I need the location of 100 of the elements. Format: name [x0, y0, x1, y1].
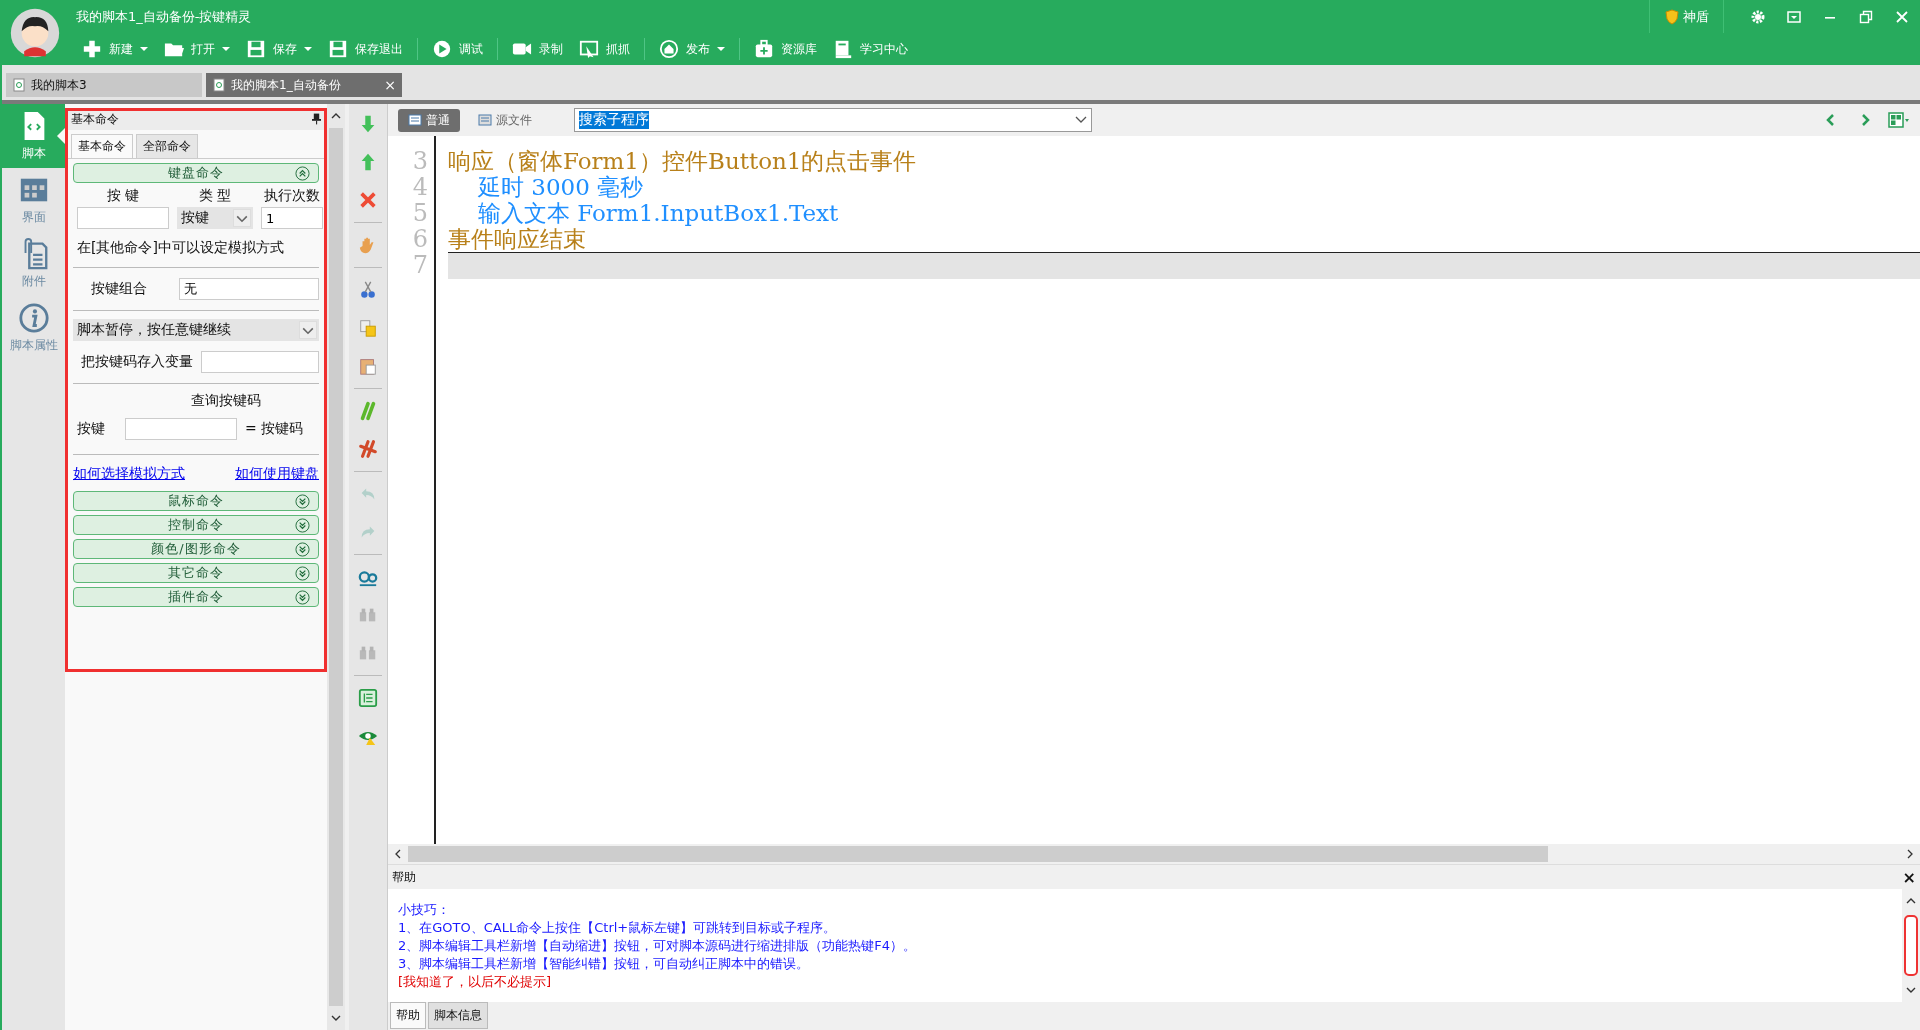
- nav-item[interactable]: 附件: [2, 232, 65, 296]
- section-header[interactable]: 插件命令: [73, 587, 319, 607]
- panel-tab[interactable]: 全部命令: [136, 134, 198, 158]
- tip-text: 3、脚本编辑工具栏新增【智能纠错】按钮，可自动纠正脚本中的错误。: [398, 955, 811, 973]
- field-label: 把按键码存入变量: [80, 353, 193, 371]
- nav-item[interactable]: 脚本属性: [2, 296, 65, 360]
- tray-icon[interactable]: [1786, 8, 1802, 25]
- scroll-down-icon[interactable]: [1905, 986, 1917, 994]
- caret-icon[interactable]: [222, 45, 230, 53]
- toolbar-button[interactable]: 抓抓: [573, 39, 636, 59]
- toolbar-button[interactable]: 新建: [76, 39, 154, 59]
- count-field[interactable]: 1: [261, 207, 323, 229]
- toolbar-button[interactable]: 调试: [426, 39, 489, 59]
- restore-icon[interactable]: [1858, 8, 1874, 25]
- scroll-up-icon[interactable]: [330, 112, 342, 120]
- line-number: 7: [412, 252, 428, 278]
- document-icon: [478, 113, 492, 127]
- section-header[interactable]: 控制命令: [73, 515, 319, 535]
- horizontal-scrollbar[interactable]: [388, 844, 1920, 864]
- scroll-left-icon[interactable]: [394, 848, 402, 860]
- toolbar-button[interactable]: 打开: [158, 39, 236, 59]
- query-field[interactable]: [125, 418, 237, 440]
- comment-icon[interactable]: [358, 401, 378, 421]
- result-label: = 按键码: [245, 420, 304, 438]
- layout-icon[interactable]: [1888, 112, 1910, 128]
- bottom-tab[interactable]: 帮助: [390, 1002, 426, 1029]
- medical-kit-icon: [754, 39, 774, 59]
- key-field[interactable]: [77, 207, 169, 229]
- window-title: 我的脚本1_自动备份-按键精灵: [76, 7, 252, 26]
- panel-tab[interactable]: 基本命令: [71, 134, 133, 158]
- shield-button[interactable]: 神盾: [1649, 0, 1724, 33]
- pointer-icon: [57, 128, 65, 144]
- line-number: 5: [412, 200, 428, 226]
- caret-icon[interactable]: [304, 45, 312, 53]
- toolbar-button[interactable]: 发布: [653, 39, 731, 59]
- toolbar-button[interactable]: 资源库: [748, 39, 823, 59]
- code-line: 输入文本 Form1.InputBox1.Text: [478, 200, 839, 226]
- mode-tab[interactable]: 源文件: [468, 108, 542, 132]
- action-dropdown[interactable]: 脚本暂停，按任意键继续: [73, 319, 319, 341]
- shield-icon: [1664, 8, 1680, 25]
- document-tab[interactable]: 我的脚本1_自动备份 ×: [206, 73, 402, 97]
- dismiss-link[interactable]: [我知道了，以后不必提示]: [398, 973, 1892, 991]
- cut-icon[interactable]: [358, 280, 378, 300]
- help-link[interactable]: 如何使用键盘: [235, 465, 319, 483]
- help-title: 帮助: [392, 868, 416, 886]
- paste-icon[interactable]: [358, 356, 378, 376]
- column-label: 按 键: [105, 187, 141, 205]
- combo-field[interactable]: 无: [179, 278, 319, 300]
- nav-item[interactable]: 脚本: [2, 104, 65, 168]
- help-link[interactable]: 如何选择模拟方式: [73, 465, 185, 483]
- copy-icon[interactable]: [358, 318, 378, 338]
- tip-text: 2、脚本编辑工具栏新增【自动缩进】按钮，可对脚本源码进行缩进排版（功能热键F4）。: [398, 937, 918, 955]
- section-header[interactable]: 键盘命令: [73, 163, 319, 183]
- avatar-icon[interactable]: [10, 7, 60, 58]
- type-dropdown[interactable]: 按键: [177, 207, 253, 229]
- section-header[interactable]: 鼠标命令: [73, 491, 319, 511]
- plus-icon: [82, 39, 102, 59]
- document-tab[interactable]: 我的脚本3: [6, 73, 202, 97]
- scroll-down-icon[interactable]: [330, 1014, 342, 1022]
- code-line: 响应（窗体Form1）控件Button1的点击事件: [448, 148, 917, 174]
- forward-icon[interactable]: [1860, 113, 1872, 127]
- variable-field[interactable]: [201, 351, 319, 373]
- column-label: 执行次数: [263, 187, 321, 205]
- toolbar-button[interactable]: 学习中心: [827, 39, 914, 59]
- section-header[interactable]: 颜色/图形命令: [73, 539, 319, 559]
- document-icon: [12, 78, 26, 92]
- list-icon[interactable]: [358, 688, 378, 708]
- scrollbar[interactable]: [327, 104, 345, 1030]
- delete-icon[interactable]: [358, 190, 378, 210]
- chevron-down-icon[interactable]: [1075, 116, 1087, 124]
- section-header[interactable]: 其它命令: [73, 563, 319, 583]
- line-number: 6: [412, 226, 428, 252]
- document-icon: [408, 113, 422, 127]
- uncomment-icon[interactable]: [358, 439, 378, 459]
- play-icon: [432, 39, 452, 59]
- close-button[interactable]: ×: [384, 77, 396, 93]
- bottom-tab[interactable]: 脚本信息: [428, 1002, 488, 1029]
- mode-tab[interactable]: 普通: [398, 108, 460, 132]
- house-icon: [659, 39, 679, 59]
- line-number: 3: [412, 148, 428, 174]
- toolbar-button[interactable]: 保存: [240, 39, 318, 59]
- caret-icon[interactable]: [140, 45, 148, 53]
- subroutine-search-field[interactable]: 搜索子程序: [574, 108, 1092, 132]
- document-icon: [212, 78, 226, 92]
- toolbar-button[interactable]: 录制: [506, 39, 569, 59]
- field-label: 按键组合: [90, 280, 148, 298]
- scroll-up-icon[interactable]: [1905, 897, 1917, 905]
- toolbar-button[interactable]: 保存退出: [322, 39, 409, 59]
- settings-icon[interactable]: [1750, 8, 1766, 25]
- code-line: 事件响应结束: [448, 226, 586, 252]
- close-icon[interactable]: [1894, 8, 1910, 25]
- field-label: 按键: [77, 420, 106, 438]
- hint-text: 在[其他命令]中可以设定模拟方式: [76, 238, 285, 257]
- close-button[interactable]: ×: [1902, 867, 1916, 887]
- scroll-right-icon[interactable]: [1906, 848, 1914, 860]
- chevron-down-icon: [299, 321, 317, 339]
- caret-icon[interactable]: [717, 45, 725, 53]
- pin-icon[interactable]: [312, 113, 321, 125]
- nav-item[interactable]: 界面: [2, 168, 65, 232]
- back-icon[interactable]: [1824, 113, 1836, 127]
